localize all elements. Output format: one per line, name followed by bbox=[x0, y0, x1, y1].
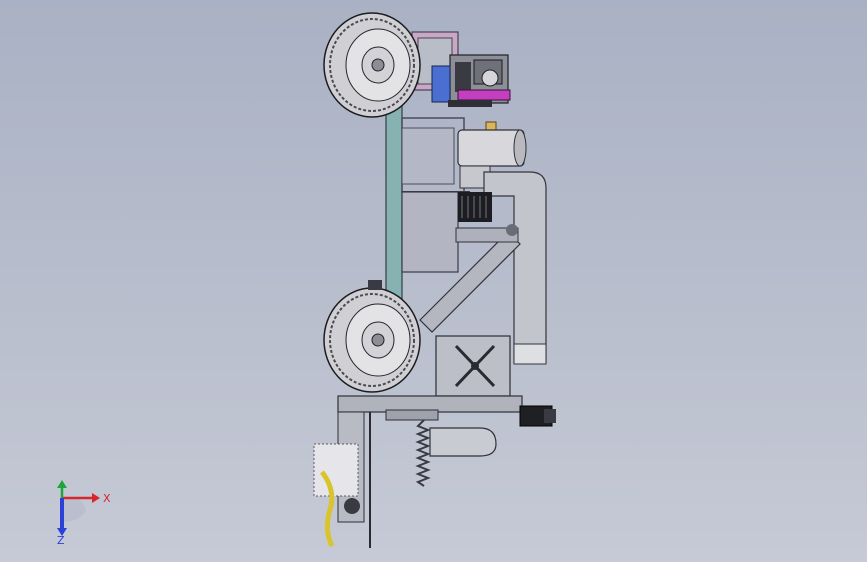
cad-model[interactable] bbox=[0, 0, 867, 562]
rear-wheel bbox=[323, 280, 421, 393]
x-axis-arrowhead bbox=[92, 493, 100, 503]
front-wheel bbox=[323, 12, 421, 118]
cad-viewport[interactable]: X Z bbox=[0, 0, 867, 562]
coordinate-triad: X Z bbox=[57, 480, 111, 547]
y-axis-arrowhead bbox=[57, 480, 67, 488]
x-axis-label: X bbox=[103, 492, 111, 505]
fan-box bbox=[435, 335, 511, 397]
z-axis-label: Z bbox=[57, 534, 65, 547]
base-plate bbox=[337, 395, 523, 421]
triad-plane-icon bbox=[62, 496, 86, 522]
side-motor bbox=[519, 405, 556, 427]
exhaust-pipe bbox=[429, 427, 497, 457]
brush-head bbox=[313, 411, 365, 548]
spring-suspension bbox=[369, 412, 431, 548]
